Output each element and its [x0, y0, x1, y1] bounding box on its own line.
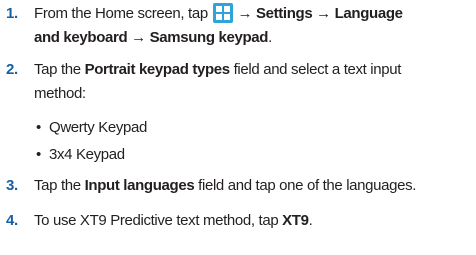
step-1-line-1: From the Home screen, tap → Settings → L… — [34, 3, 403, 24]
step-text: field and select a text input — [229, 61, 402, 78]
bullet-dot: • — [36, 146, 41, 163]
step-text: field and tap one of the languages. — [194, 177, 417, 194]
step-number: 2. — [6, 61, 18, 78]
step-text: Tap the — [34, 61, 85, 78]
input-languages-label: Input languages — [84, 177, 195, 194]
step-1-line-2: and keyboard → Samsung keypad. — [34, 27, 272, 48]
step-text: Tap the — [34, 177, 85, 194]
settings-path-continued: and keyboard → Samsung keypad — [34, 29, 269, 46]
step-number: 3. — [6, 177, 18, 194]
step-text-end: . — [268, 29, 272, 46]
step-text: . — [308, 212, 313, 229]
step-4-line-1: To use XT9 Predictive text method, tap X… — [34, 210, 313, 231]
apps-grid-icon — [212, 3, 233, 23]
bullet-text: Qwerty Keypad — [49, 119, 147, 136]
bullet-item: • Qwerty Keypad — [36, 117, 147, 138]
step-2-line-2: method: — [34, 85, 86, 102]
step-number: 4. — [6, 212, 18, 229]
bullet-item: • 3x4 Keypad — [36, 144, 125, 165]
instruction-page: 1. From the Home screen, tap → Settings … — [0, 0, 476, 255]
portrait-keypad-types-label: Portrait keypad types — [84, 61, 231, 78]
bullet-dot: • — [36, 119, 41, 136]
step-number: 1. — [6, 5, 18, 22]
settings-path: → Settings → Language — [237, 5, 403, 22]
step-text: To use XT9 Predictive text method, tap — [34, 212, 283, 229]
bullet-text: 3x4 Keypad — [49, 146, 125, 163]
xt9-label: XT9 — [282, 212, 309, 229]
step-text: From the Home screen, tap — [34, 5, 208, 22]
step-3-line-1: Tap the Input languages field and tap on… — [34, 175, 416, 196]
step-2-line-1: Tap the Portrait keypad types field and … — [34, 59, 401, 80]
